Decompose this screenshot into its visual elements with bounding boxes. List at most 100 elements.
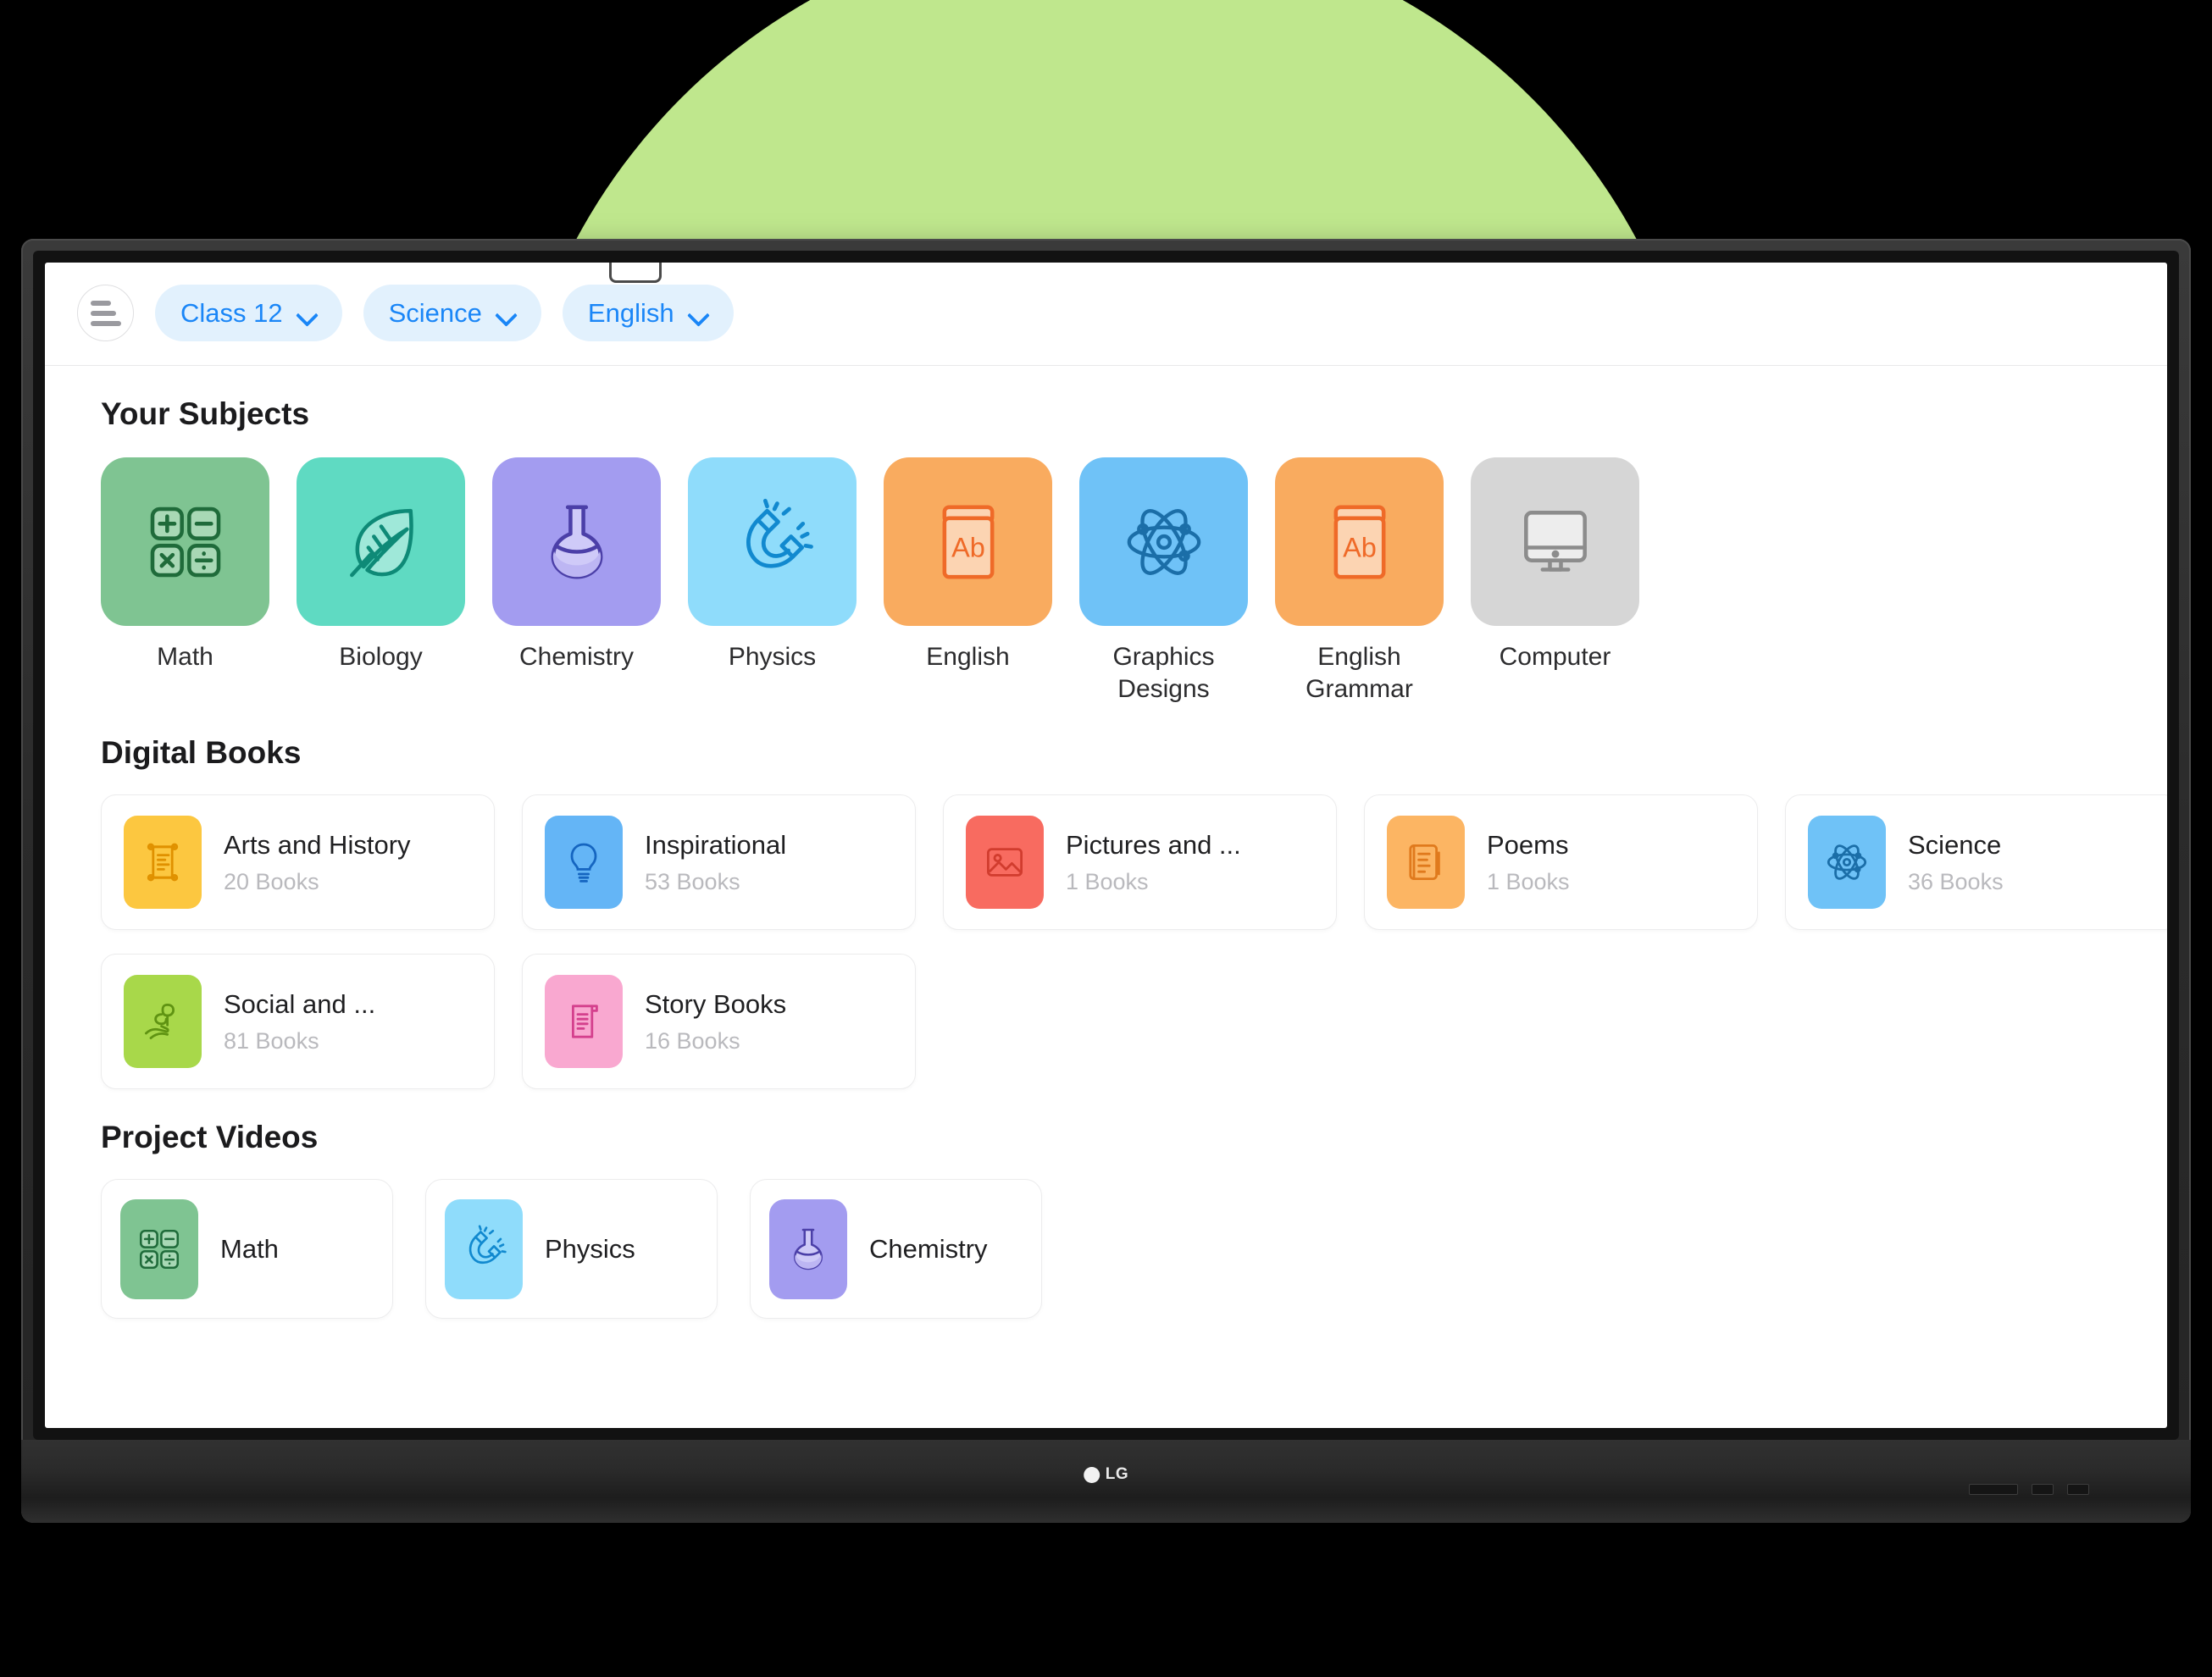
lightbulb-icon [545, 816, 623, 909]
book-title: Story Books [645, 988, 787, 1019]
book-title: Arts and History [224, 829, 411, 860]
filter-class-label: Class 12 [180, 297, 283, 328]
video-card-math[interactable]: Math [101, 1179, 393, 1319]
subject-tile [1079, 457, 1248, 626]
port-icon [1969, 1484, 2018, 1495]
subject-tile [101, 457, 269, 626]
section-title-digital-books: Digital Books [101, 735, 302, 770]
video-label: Chemistry [869, 1233, 988, 1264]
subject-label: Physics [728, 643, 817, 671]
video-card-physics[interactable]: Physics [425, 1179, 718, 1319]
magnet-icon [445, 1198, 523, 1299]
device-ports [1969, 1484, 2089, 1495]
subject-tile [492, 457, 661, 626]
book-card-poems[interactable]: Poems 1 Books [1364, 794, 1758, 930]
book-title: Inspirational [645, 829, 787, 860]
app-screen: Class 12 Science English Your Subjects M… [45, 263, 2167, 1428]
book-title: Poems [1487, 829, 1569, 860]
monitor-icon [1511, 498, 1599, 586]
subject-tile [688, 457, 857, 626]
book-card-pictures-and[interactable]: Pictures and ... 1 Books [943, 794, 1337, 930]
subject-label: English [926, 643, 1010, 671]
book-count: 1 Books [1487, 869, 1570, 895]
subject-label: English Grammar [1306, 643, 1413, 703]
filter-class-dropdown[interactable]: Class 12 [155, 285, 342, 341]
calculator-icon [141, 498, 230, 586]
document-icon [545, 975, 623, 1068]
book-count: 81 Books [224, 1028, 319, 1054]
subject-tile [297, 457, 465, 626]
subject-label: Computer [1499, 643, 1611, 671]
book-card-inspirational[interactable]: Inspirational 53 Books [522, 794, 916, 930]
subject-item-physics[interactable]: Physics [688, 457, 857, 705]
filter-stream-dropdown[interactable]: Science [363, 285, 541, 341]
port-icon [2067, 1484, 2089, 1495]
lg-brand-logo: LG [1083, 1465, 1129, 1484]
section-title-project-videos: Project Videos [101, 1120, 319, 1154]
scroll-icon [124, 816, 202, 909]
subject-label: Biology [339, 643, 423, 671]
subject-label: Chemistry [518, 643, 634, 671]
atom-icon [1120, 498, 1208, 586]
app-content: Your Subjects Math Biology Chemistry Phy… [45, 396, 2167, 1319]
subject-tile [1471, 457, 1639, 626]
subject-item-computer[interactable]: Computer [1471, 457, 1639, 705]
filter-language-dropdown[interactable]: English [562, 285, 734, 341]
book-title: Social and ... [224, 988, 376, 1019]
digital-books-row-2: Social and ... 81 Books Story Books 16 B… [101, 954, 2135, 1089]
subject-item-biology[interactable]: Biology [297, 457, 465, 705]
book-card-arts-and-history[interactable]: Arts and History 20 Books [101, 794, 495, 930]
subject-item-chemistry[interactable]: Chemistry [492, 457, 661, 705]
subject-item-graphics-designs[interactable]: Graphics Designs [1079, 457, 1248, 705]
atom-icon [1808, 816, 1886, 909]
svg-text:Ab: Ab [1343, 532, 1377, 562]
lg-display-device: Class 12 Science English Your Subjects M… [21, 239, 2191, 1523]
subject-item-english[interactable]: Ab English [884, 457, 1052, 705]
chevron-down-icon [689, 307, 708, 318]
device-bezel: Class 12 Science English Your Subjects M… [33, 251, 2179, 1440]
calculator-icon [120, 1198, 198, 1299]
subject-item-english-grammar[interactable]: Ab English Grammar [1275, 457, 1444, 705]
filter-language-label: English [587, 297, 674, 328]
lg-mark-icon [1083, 1466, 1100, 1483]
image-icon [966, 816, 1044, 909]
book-count: 53 Books [645, 869, 740, 895]
device-chin: LG [21, 1440, 2191, 1523]
hamburger-menu-button[interactable] [77, 285, 134, 341]
lg-brand-label: LG [1105, 1465, 1129, 1483]
subject-item-math[interactable]: Math [101, 457, 269, 705]
subject-tile: Ab [1275, 457, 1444, 626]
leaf-icon [337, 498, 425, 586]
book-title: Pictures and ... [1066, 829, 1241, 860]
section-title-subjects: Your Subjects [101, 396, 310, 431]
chevron-down-icon [297, 307, 317, 318]
video-label: Math [220, 1233, 279, 1264]
book-count: 1 Books [1066, 869, 1149, 895]
book-count: 20 Books [224, 869, 319, 895]
book-card-science[interactable]: Science 36 Books [1785, 794, 2167, 930]
flask-icon [533, 498, 621, 586]
port-icon [2032, 1484, 2054, 1495]
book-card-social-and[interactable]: Social and ... 81 Books [101, 954, 495, 1089]
digital-books-row-1: Arts and History 20 Books Inspirational … [101, 794, 2167, 930]
clipped-overlay-artifact [609, 263, 662, 283]
subject-label: Graphics Designs [1112, 643, 1215, 703]
video-card-chemistry[interactable]: Chemistry [750, 1179, 1042, 1319]
subjects-list: Math Biology Chemistry Physics Ab Englis… [101, 457, 2135, 705]
book-count: 36 Books [1908, 869, 2004, 895]
subject-label: Math [157, 643, 213, 671]
chevron-down-icon [496, 307, 516, 318]
hand-plant-icon [124, 975, 202, 1068]
flask-icon [769, 1198, 847, 1299]
svg-text:Ab: Ab [951, 532, 985, 562]
magnet-icon [729, 498, 817, 586]
screenshot-stage: Class 12 Science English Your Subjects M… [0, 0, 2212, 1677]
ab-book-icon: Ab [1316, 498, 1404, 586]
subject-tile: Ab [884, 457, 1052, 626]
book-title: Science [1908, 829, 2002, 860]
project-videos-row: Math Physics Chemistry [101, 1179, 2135, 1319]
filter-stream-label: Science [388, 297, 482, 328]
book-card-story-books[interactable]: Story Books 16 Books [522, 954, 916, 1089]
notebook-icon [1387, 816, 1465, 909]
video-label: Physics [545, 1233, 635, 1264]
